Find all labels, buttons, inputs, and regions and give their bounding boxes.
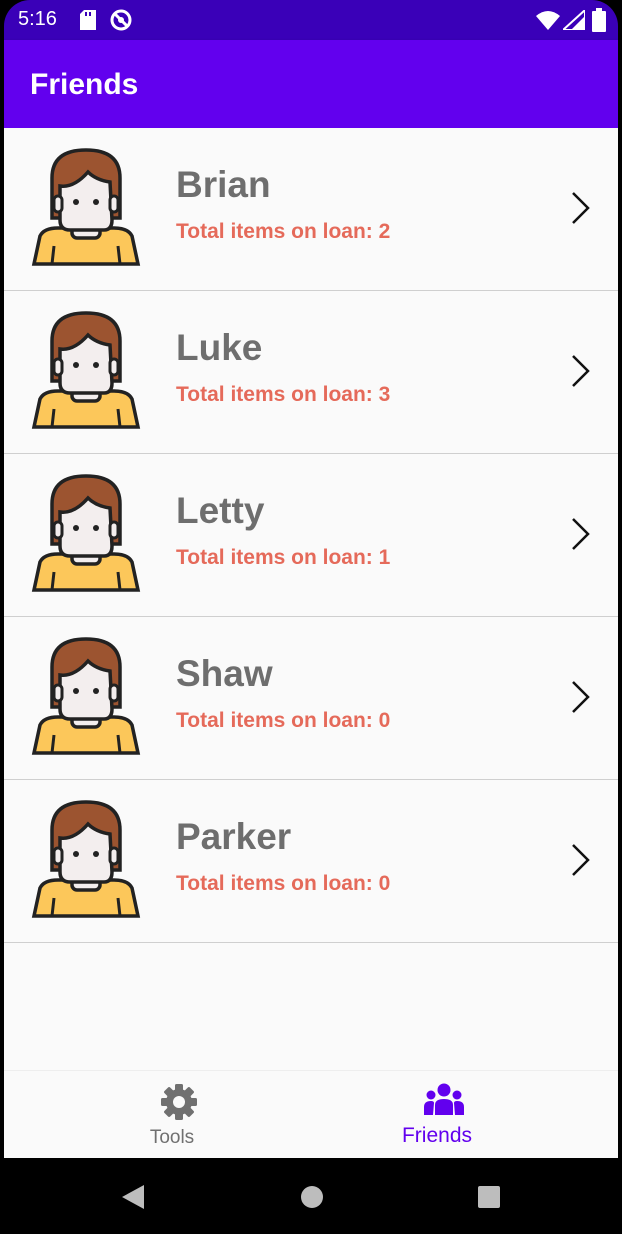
sd-card-icon	[80, 10, 96, 30]
chevron-right-icon	[572, 681, 590, 713]
nav-label-friends: Friends	[401, 1124, 473, 1147]
status-time: 5:16	[18, 8, 57, 30]
loan-count: Total items on loan: 3	[176, 383, 391, 406]
friend-name: Luke	[176, 327, 263, 368]
friend-name: Parker	[176, 816, 292, 857]
bottom-navigation: Tools Friends	[4, 1070, 618, 1159]
friend-list: Brian Total items on loan: 2 Luke Total …	[4, 128, 618, 1070]
wifi-icon	[536, 11, 560, 30]
friend-row-shaw[interactable]: Shaw Total items on loan: 0	[4, 617, 618, 780]
friend-name: Letty	[176, 490, 265, 531]
phone-screen: 5:16 Friends Brian Total items on loan: …	[4, 0, 618, 1234]
chevron-right-icon	[572, 844, 590, 876]
friend-row-letty[interactable]: Letty Total items on loan: 1	[4, 454, 618, 617]
friend-name: Brian	[176, 164, 271, 205]
chevron-right-icon	[572, 355, 590, 387]
app-bar: Friends	[4, 40, 618, 128]
back-triangle-icon[interactable]	[120, 1184, 148, 1210]
loan-count: Total items on loan: 0	[176, 709, 391, 732]
avatar-icon	[31, 800, 141, 918]
friend-row-luke[interactable]: Luke Total items on loan: 3	[4, 291, 618, 454]
avatar-icon	[31, 474, 141, 592]
loan-count: Total items on loan: 0	[176, 872, 391, 895]
signal-icon	[563, 10, 585, 30]
do-not-disturb-icon	[110, 9, 132, 31]
friend-row-parker[interactable]: Parker Total items on loan: 0	[4, 780, 618, 943]
recents-square-icon[interactable]	[477, 1185, 501, 1209]
friend-name: Shaw	[176, 653, 273, 694]
home-circle-icon[interactable]	[299, 1184, 325, 1210]
page-title: Friends	[30, 68, 139, 101]
friend-row-brian[interactable]: Brian Total items on loan: 2	[4, 128, 618, 291]
chevron-right-icon	[572, 518, 590, 550]
people-icon	[424, 1083, 464, 1115]
gear-icon	[161, 1084, 197, 1120]
avatar-icon	[31, 311, 141, 429]
loan-count: Total items on loan: 1	[176, 546, 391, 569]
avatar-icon	[31, 148, 141, 266]
status-bar: 5:16	[4, 0, 618, 40]
avatar-icon	[31, 637, 141, 755]
battery-icon	[592, 8, 606, 32]
system-navigation-bar	[4, 1158, 618, 1234]
loan-count: Total items on loan: 2	[176, 220, 391, 243]
chevron-right-icon	[572, 192, 590, 224]
nav-tab-friends[interactable]: Friends	[311, 1071, 618, 1159]
